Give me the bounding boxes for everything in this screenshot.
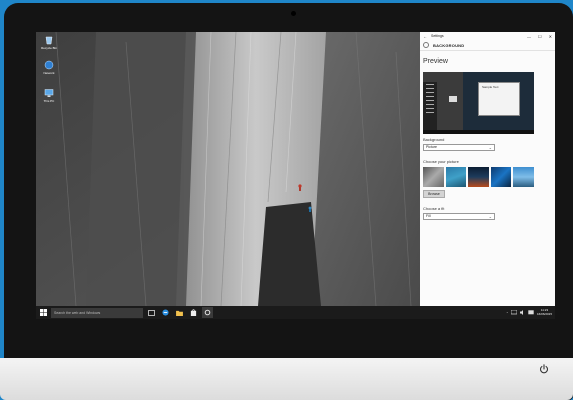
preview-sample-window: Sample Text bbox=[478, 82, 520, 116]
network-icon bbox=[44, 60, 54, 70]
choose-fit-label: Choose a fit bbox=[423, 206, 445, 211]
start-button[interactable] bbox=[38, 308, 48, 318]
chevron-down-icon: ⌄ bbox=[488, 145, 492, 150]
desktop-icon-label: This PC bbox=[43, 99, 55, 103]
desktop-icon-label: Recycle Bin bbox=[41, 46, 57, 50]
taskbar-search-box[interactable]: Search the web and Windows bbox=[51, 307, 143, 318]
preview-taskbar bbox=[423, 130, 534, 134]
preview-tile bbox=[449, 96, 457, 102]
fit-dropdown-value: Fill bbox=[426, 214, 431, 218]
edge-browser-icon bbox=[162, 309, 169, 316]
gear-icon bbox=[204, 309, 211, 316]
desktop-icon-recycle-bin[interactable]: Recycle Bin bbox=[39, 35, 59, 57]
browse-button[interactable]: Browse bbox=[423, 190, 445, 198]
store-button[interactable] bbox=[188, 307, 199, 318]
computer-icon bbox=[44, 89, 54, 97]
settings-taskbar-button[interactable] bbox=[202, 307, 213, 318]
recycle-bin-icon bbox=[45, 36, 53, 45]
file-explorer-button[interactable] bbox=[174, 307, 185, 318]
chevron-down-icon: ⌄ bbox=[488, 214, 492, 219]
preview-heading: Preview bbox=[423, 58, 448, 65]
preview-menu-list bbox=[423, 82, 437, 134]
thumbnail-picture[interactable] bbox=[423, 167, 444, 187]
screen: Recycle Bin Network This PC ← Settings —… bbox=[36, 32, 555, 319]
minimize-button[interactable]: — bbox=[527, 34, 531, 39]
task-view-icon bbox=[148, 309, 155, 316]
monitor-bezel: Recycle Bin Network This PC ← Settings —… bbox=[4, 3, 573, 400]
thumbnail-picture[interactable] bbox=[468, 167, 489, 187]
taskbar: Search the web and Windows ^ 11:23 16/06… bbox=[36, 306, 555, 319]
desktop-icon-label: Network bbox=[43, 71, 55, 75]
gear-icon bbox=[423, 42, 429, 48]
taskbar-clock[interactable]: 11:23 16/06/2015 bbox=[536, 308, 552, 316]
edge-button[interactable] bbox=[160, 307, 171, 318]
power-button[interactable] bbox=[536, 361, 552, 377]
notifications-icon[interactable] bbox=[528, 310, 534, 315]
thumbnail-picture[interactable] bbox=[513, 167, 534, 187]
system-tray: ^ 11:23 16/06/2015 bbox=[507, 308, 555, 316]
store-bag-icon bbox=[190, 309, 197, 316]
folder-icon bbox=[176, 310, 183, 316]
picture-thumbnails bbox=[423, 167, 534, 187]
thumbnail-picture[interactable] bbox=[445, 167, 467, 187]
background-label: Background bbox=[423, 137, 445, 142]
thumbnail-picture[interactable] bbox=[490, 167, 512, 187]
desktop-icon-this-pc[interactable]: This PC bbox=[39, 88, 59, 110]
settings-header: BACKGROUND bbox=[420, 40, 555, 51]
network-icon[interactable] bbox=[510, 310, 517, 315]
volume-icon[interactable] bbox=[519, 310, 525, 315]
webcam bbox=[291, 11, 296, 16]
close-button[interactable]: ✕ bbox=[549, 34, 552, 39]
desktop-wallpaper bbox=[36, 32, 420, 306]
background-dropdown-value: Picture bbox=[426, 145, 437, 149]
back-button[interactable]: ← bbox=[423, 34, 427, 39]
settings-window: ← Settings — ☐ ✕ BACKGROUND Preview Samp… bbox=[420, 32, 555, 306]
background-preview: Sample Text bbox=[423, 72, 534, 134]
settings-titlebar: ← Settings — ☐ ✕ bbox=[420, 32, 555, 40]
clock-date: 16/06/2015 bbox=[536, 311, 552, 316]
maximize-button[interactable]: ☐ bbox=[538, 34, 542, 39]
page-title: BACKGROUND bbox=[433, 42, 465, 48]
window-title: Settings bbox=[431, 34, 444, 38]
background-dropdown[interactable]: Picture ⌄ bbox=[423, 144, 495, 151]
chevron-up-icon[interactable]: ^ bbox=[507, 311, 508, 315]
task-view-button[interactable] bbox=[146, 307, 157, 318]
power-icon bbox=[539, 364, 549, 374]
fit-dropdown[interactable]: Fill ⌄ bbox=[423, 213, 495, 220]
monitor-chin bbox=[0, 358, 573, 400]
desktop-icon-network[interactable]: Network bbox=[39, 60, 59, 82]
preview-sample-text: Sample Text bbox=[482, 85, 499, 89]
windows-logo-icon bbox=[39, 309, 47, 316]
choose-picture-label: Choose your picture bbox=[423, 159, 459, 164]
